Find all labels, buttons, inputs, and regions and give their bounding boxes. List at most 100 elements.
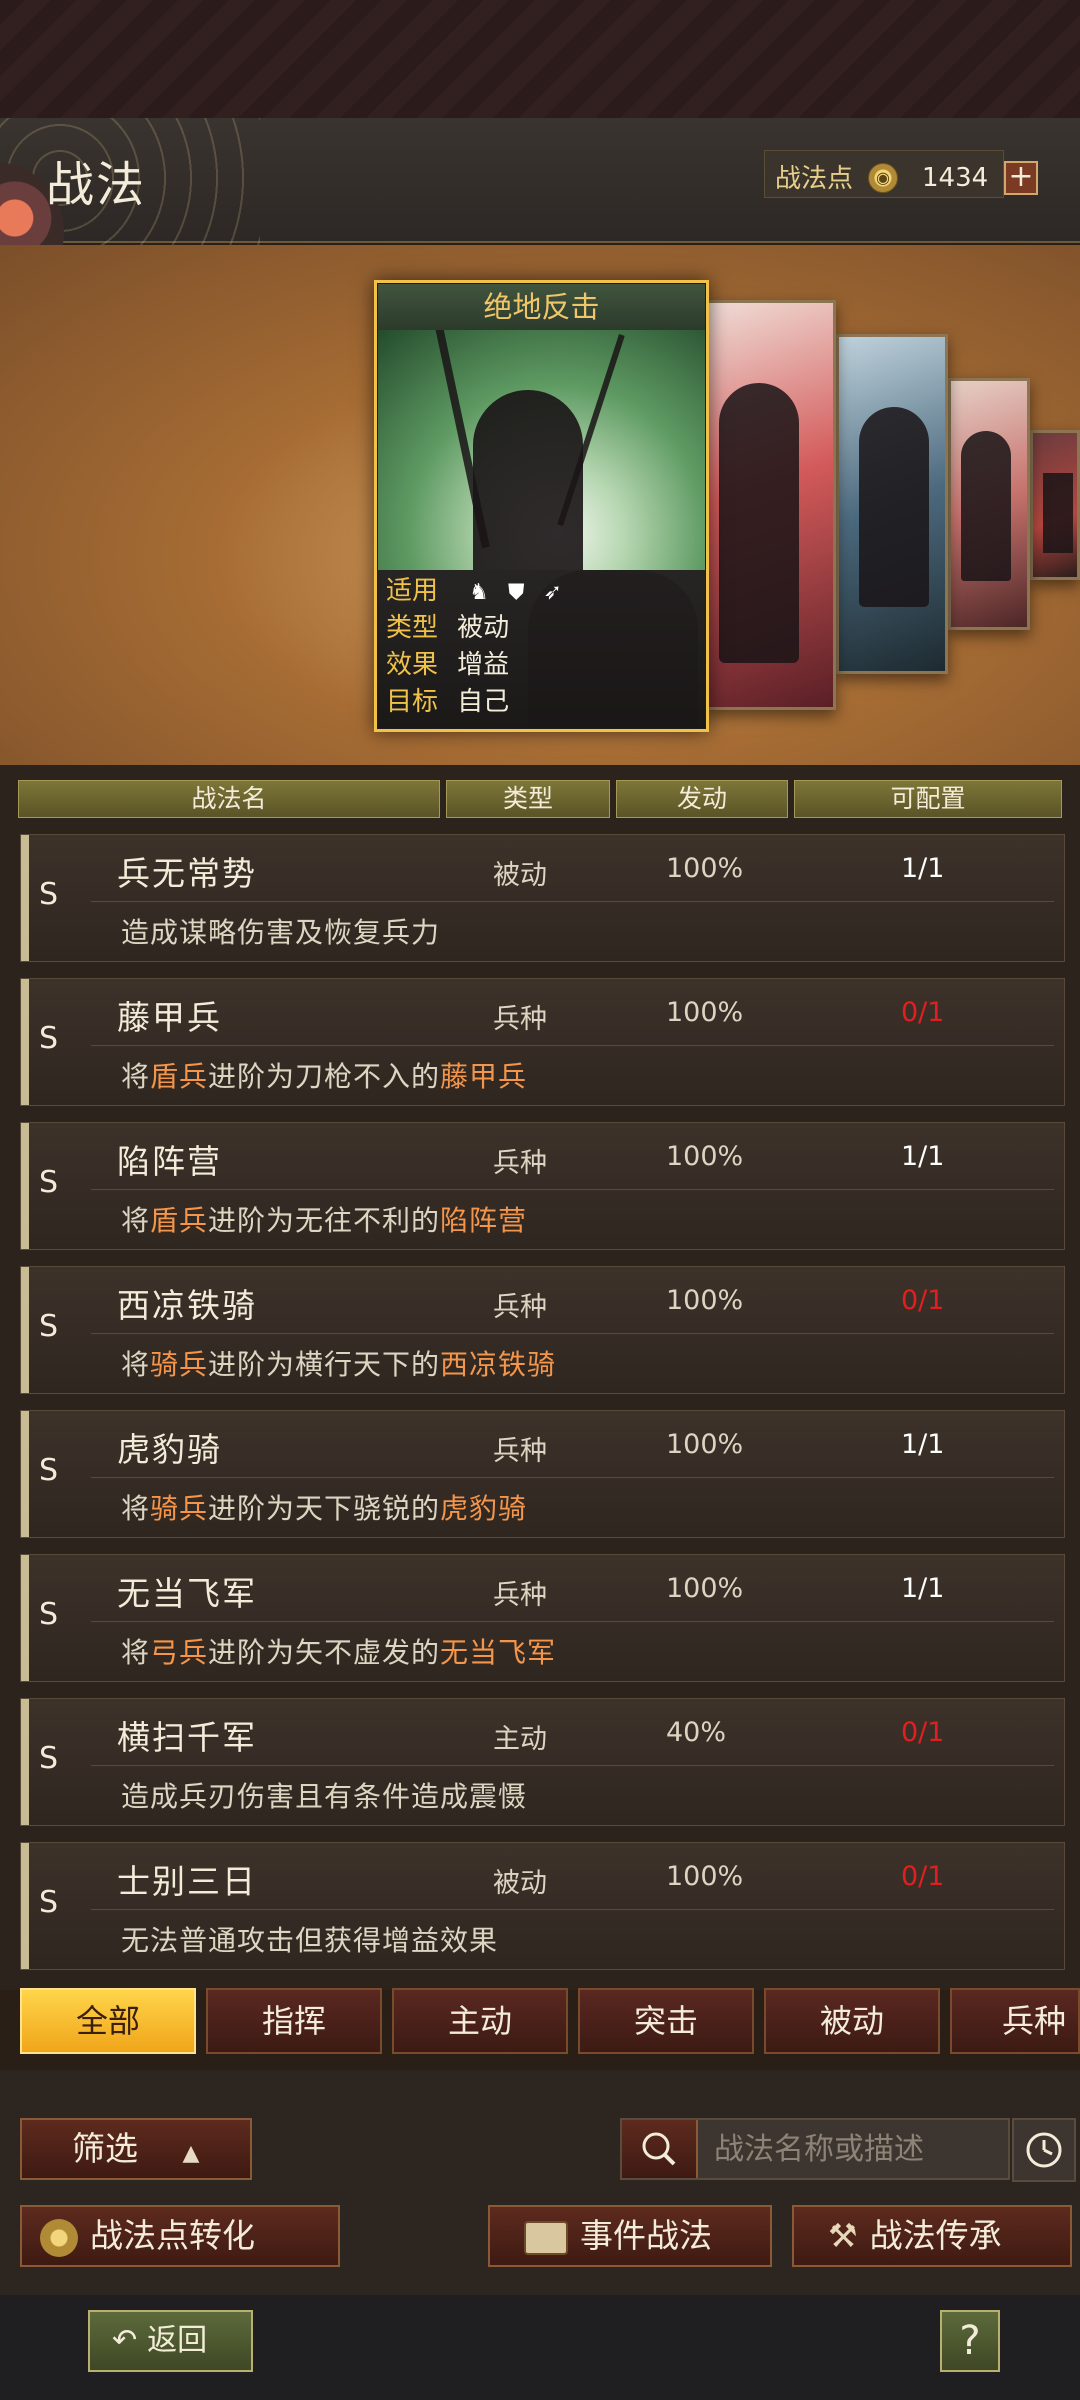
tactic-rate: 100%	[666, 1285, 744, 1316]
info-value: 增益	[457, 650, 510, 680]
tactic-config: 0/1	[901, 997, 945, 1028]
tactic-description: 造成兵刃伤害且有条件造成震慑	[121, 1775, 527, 1815]
row-accent	[21, 1267, 29, 1393]
description-segment: 盾兵	[150, 1204, 209, 1237]
row-divider	[91, 1477, 1054, 1478]
tactic-row[interactable]: S 藤甲兵 兵种 100% 0/1 将盾兵进阶为刀枪不入的藤甲兵	[20, 978, 1065, 1106]
tactic-grade: S	[39, 1165, 59, 1200]
tactic-row[interactable]: S 横扫千军 主动 40% 0/1 造成兵刃伤害且有条件造成震慑	[20, 1698, 1065, 1826]
description-segment: 造成兵刃伤害且有条件造成震慑	[121, 1780, 528, 1813]
tactic-config: 1/1	[901, 853, 945, 884]
featured-tactic-info: 适用 ♞ ⛊ ➶ 类型 被动 效果 增益 目标 自己	[378, 570, 705, 728]
tactic-name: 士别三日	[117, 1862, 257, 1901]
description-segment: 进阶为横行天下的	[208, 1348, 441, 1381]
convert-points-button[interactable]: 战法点转化	[20, 2205, 340, 2267]
description-segment: 无当飞军	[440, 1636, 557, 1669]
tactic-config: 0/1	[901, 1285, 945, 1316]
convert-points-label: 战法点转化	[90, 2216, 255, 2255]
tactic-row[interactable]: S 虎豹骑 兵种 100% 1/1 将骑兵进阶为天下骁锐的虎豹骑	[20, 1410, 1065, 1538]
tactic-type: 兵种	[493, 1292, 547, 1323]
inherit-tactics-button[interactable]: ⚒ 战法传承	[792, 2205, 1072, 2267]
filter-label: 筛选	[72, 2129, 138, 2168]
row-divider	[91, 901, 1054, 902]
back-button[interactable]: ↶ 返回	[88, 2310, 253, 2372]
tactic-row[interactable]: S 西凉铁骑 兵种 100% 0/1 将骑兵进阶为横行天下的西凉铁骑	[20, 1266, 1065, 1394]
tactic-row[interactable]: S 无当飞军 兵种 100% 1/1 将弓兵进阶为矢不虚发的无当飞军	[20, 1554, 1065, 1682]
tactic-row[interactable]: S 陷阵营 兵种 100% 1/1 将盾兵进阶为无往不利的陷阵营	[20, 1122, 1065, 1250]
description-segment: 藤甲兵	[440, 1060, 528, 1093]
tactic-description: 造成谋略伤害及恢复兵力	[121, 911, 440, 951]
carousel-card[interactable]	[706, 300, 836, 710]
info-key: 效果	[386, 650, 439, 680]
description-segment: 西凉铁骑	[440, 1348, 557, 1381]
tab-assault[interactable]: 突击	[578, 1988, 754, 2054]
tab-passive[interactable]: 被动	[764, 1988, 940, 2054]
row-divider	[91, 1189, 1054, 1190]
tab-all[interactable]: 全部	[20, 1988, 196, 2054]
tactic-description: 将骑兵进阶为天下骁锐的虎豹骑	[121, 1487, 527, 1527]
coin-icon	[40, 2219, 78, 2257]
carousel-card[interactable]	[1030, 430, 1080, 580]
tactic-type: 兵种	[493, 1580, 547, 1611]
description-segment: 将	[121, 1060, 151, 1093]
tactic-description: 无法普通攻击但获得增益效果	[121, 1919, 498, 1959]
carousel-card[interactable]	[948, 378, 1030, 630]
column-header-config[interactable]: 可配置	[794, 780, 1062, 818]
bow-icon: ➶	[543, 580, 562, 605]
tactic-grade: S	[39, 1309, 59, 1344]
row-accent	[21, 835, 29, 961]
tactic-rate: 40%	[666, 1717, 727, 1748]
tactic-row[interactable]: S 兵无常势 被动 100% 1/1 造成谋略伤害及恢复兵力	[20, 834, 1065, 962]
tactic-config: 1/1	[901, 1573, 945, 1604]
tactic-rate: 100%	[666, 853, 744, 884]
tactic-points-label: 战法点	[775, 164, 854, 194]
description-segment: 进阶为天下骁锐的	[208, 1492, 441, 1525]
column-header-rate[interactable]: 发动	[616, 780, 788, 818]
description-segment: 将	[121, 1492, 151, 1525]
search-input[interactable]	[712, 2120, 1002, 2178]
description-segment: 骑兵	[150, 1348, 209, 1381]
event-tactics-button[interactable]: 事件战法	[488, 2205, 772, 2267]
tactic-rate: 100%	[666, 997, 744, 1028]
featured-tactic-title: 绝地反击	[378, 284, 705, 330]
status-bar-area	[0, 0, 1080, 118]
info-key: 类型	[386, 613, 439, 643]
tactic-rate: 100%	[666, 1429, 744, 1460]
history-clock-icon[interactable]	[1012, 2118, 1076, 2182]
row-divider	[91, 1333, 1054, 1334]
tab-command[interactable]: 指挥	[206, 1988, 382, 2054]
tactic-description: 将盾兵进阶为无往不利的陷阵营	[121, 1199, 527, 1239]
event-tactics-label: 事件战法	[580, 2216, 712, 2255]
row-accent	[21, 1411, 29, 1537]
tab-troop[interactable]: 兵种	[950, 1988, 1080, 2054]
hammer-icon: ⚒	[828, 2216, 858, 2255]
column-header-name[interactable]: 战法名	[18, 780, 440, 818]
info-value: 被动	[457, 613, 510, 643]
description-segment: 骑兵	[150, 1492, 209, 1525]
tab-active[interactable]: 主动	[392, 1988, 568, 2054]
tactic-name: 西凉铁骑	[117, 1286, 257, 1325]
tactic-type: 被动	[493, 1868, 547, 1899]
row-accent	[21, 1123, 29, 1249]
carousel-card[interactable]	[836, 334, 948, 674]
back-arrow-icon: ↶	[112, 2323, 138, 2358]
add-points-button[interactable]: +	[1004, 161, 1038, 195]
tactic-row[interactable]: S 士别三日 被动 100% 0/1 无法普通攻击但获得增益效果	[20, 1842, 1065, 1970]
info-value: 自己	[457, 687, 510, 717]
tactic-name: 横扫千军	[117, 1718, 257, 1757]
row-divider	[91, 1765, 1054, 1766]
row-divider	[91, 1621, 1054, 1622]
row-divider	[91, 1045, 1054, 1046]
help-button[interactable]: ?	[940, 2310, 1000, 2372]
tactic-description: 将骑兵进阶为横行天下的西凉铁骑	[121, 1343, 556, 1383]
inherit-tactics-label: 战法传承	[869, 2216, 1002, 2255]
search-icon[interactable]	[622, 2120, 698, 2178]
filter-button[interactable]: 筛选 ▲	[20, 2118, 252, 2180]
column-header-type[interactable]: 类型	[446, 780, 610, 818]
tactic-name: 兵无常势	[117, 854, 257, 893]
description-segment: 虎豹骑	[440, 1492, 528, 1525]
coin-icon: ◉	[868, 163, 898, 193]
row-accent	[21, 1555, 29, 1681]
tactic-type: 兵种	[493, 1004, 547, 1035]
tactic-name: 藤甲兵	[117, 998, 222, 1037]
